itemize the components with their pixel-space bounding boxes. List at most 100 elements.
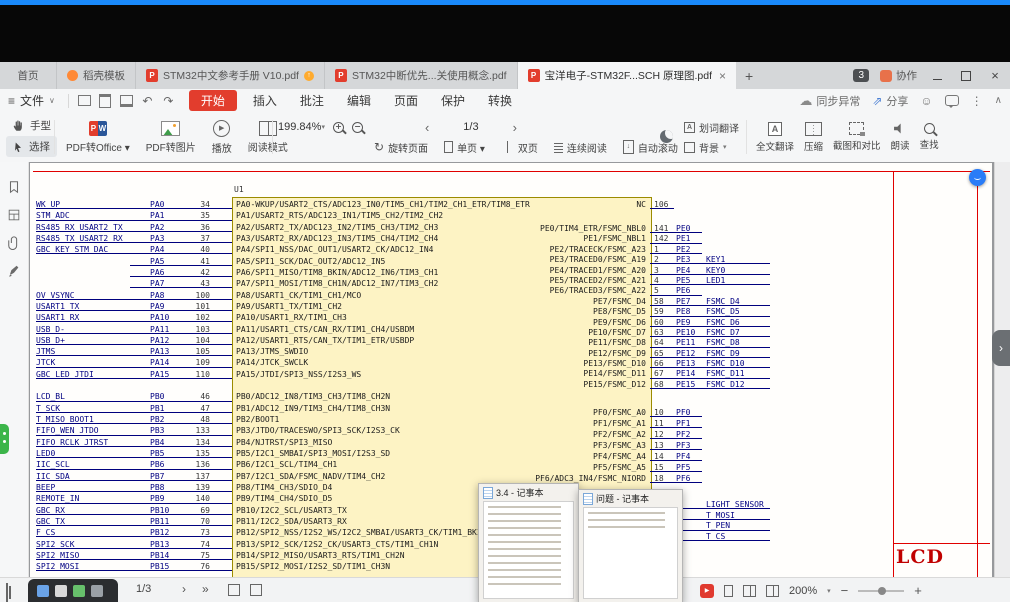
next-page-button[interactable]: › xyxy=(509,120,521,135)
full-translate-button[interactable]: A全文翻译 xyxy=(752,114,798,160)
print-button[interactable] xyxy=(119,94,134,108)
tab-schematic[interactable]: P宝洋电子-STM32F...SCH 原理图.pdf× xyxy=(518,62,736,89)
zoom-in-button[interactable]: + xyxy=(914,583,922,598)
previous-page-button[interactable]: ‹ xyxy=(421,120,433,135)
continuous-read-button[interactable]: 连续阅读 xyxy=(548,140,613,155)
dock-icon[interactable] xyxy=(91,585,103,597)
screenshot-compare-button[interactable]: 截图和对比 xyxy=(829,114,885,160)
collab-button[interactable]: 协作 xyxy=(880,68,917,83)
menu-tab-home[interactable]: 开始 xyxy=(189,90,237,111)
next-page-button[interactable]: › xyxy=(182,582,186,596)
book-view-button[interactable] xyxy=(766,585,779,597)
notepad-window-2[interactable]: 问题 - 记事本 xyxy=(578,489,683,602)
window-title-bar[interactable]: 问题 - 记事本 xyxy=(579,490,682,506)
night-mode-button[interactable] xyxy=(660,130,673,143)
menu-tab-insert[interactable]: 插入 xyxy=(246,90,284,111)
printer-icon xyxy=(120,95,133,107)
menu-tab-convert[interactable]: 转换 xyxy=(481,90,519,111)
single-page-button[interactable]: 单页 ▾ xyxy=(438,140,491,155)
bookmark-icon[interactable] xyxy=(7,180,21,194)
schematic-pin-number: 141 xyxy=(654,224,668,233)
tab-concepts[interactable]: PSTM32中断优先...关使用概念.pdf xyxy=(325,62,518,89)
redo-button[interactable]: ↷ xyxy=(161,94,176,108)
menu-tab-comment[interactable]: 批注 xyxy=(293,90,331,111)
tab-docer[interactable]: 稻壳模板 xyxy=(57,62,136,89)
schematic-pin-name: PB12 xyxy=(150,528,169,537)
view-options-button[interactable] xyxy=(250,584,262,596)
menu-tab-protect[interactable]: 保护 xyxy=(434,90,472,111)
cursor-icon xyxy=(12,141,24,153)
dock-icon[interactable] xyxy=(73,585,85,597)
fit-page-button[interactable] xyxy=(6,583,8,602)
tab-close-icon[interactable]: × xyxy=(719,69,726,83)
ai-assistant-button[interactable] xyxy=(969,169,986,186)
zoom-slider[interactable] xyxy=(858,590,904,592)
word-translate-button[interactable]: A 划词翻译 xyxy=(684,117,739,137)
dock-icon[interactable] xyxy=(37,585,49,597)
play-button[interactable]: ▶播放 xyxy=(204,114,240,160)
thumbnails-icon[interactable] xyxy=(7,208,21,222)
share-button[interactable]: ⇗ 分享 xyxy=(872,93,908,109)
floating-toolbar-dock[interactable] xyxy=(28,579,118,602)
schematic-pin-number: 60 xyxy=(654,318,664,327)
undo-button[interactable]: ↶ xyxy=(140,94,155,108)
compress-button[interactable]: 压缩 xyxy=(800,114,827,160)
zoom-level[interactable]: 200% xyxy=(789,585,817,597)
close-button[interactable]: × xyxy=(986,68,1004,84)
auto-scroll-button[interactable]: ↓自动滚动 xyxy=(617,140,684,155)
schematic-pin-number: 106 xyxy=(654,200,668,209)
schematic-pin-function: PB9/TIM4_CH4/SDIO_D5 xyxy=(236,494,332,503)
notepad-window-1[interactable]: 3.4 - 记事本 xyxy=(478,483,579,602)
rotate-page-button[interactable]: ↻ 旋转页面 xyxy=(368,140,434,155)
window-title-bar[interactable]: 3.4 - 记事本 xyxy=(479,484,578,500)
double-page-view-button[interactable] xyxy=(743,585,756,597)
notification-badge[interactable]: 3 xyxy=(853,69,869,82)
page-indicator[interactable]: 1/3 xyxy=(463,121,478,133)
zoom-level-dropdown[interactable]: 199.84% xyxy=(278,121,321,133)
schematic-pin-function: PE13/FSMC_D10 xyxy=(390,359,646,368)
new-tab-button[interactable]: + xyxy=(736,62,762,89)
collapse-ribbon-button[interactable]: ∧ xyxy=(995,95,1002,106)
attachment-icon[interactable] xyxy=(7,236,21,250)
last-page-button[interactable]: » xyxy=(202,582,209,596)
sync-status[interactable]: ☁ 同步异常 xyxy=(799,93,860,109)
pdf-to-office-button[interactable]: PWPDF转Office ▾ xyxy=(58,114,138,160)
background-button[interactable]: 背景 ▾ xyxy=(684,137,739,157)
desktop-background xyxy=(0,5,1010,62)
pdf-to-image-button[interactable]: PDF转图片 xyxy=(138,114,204,160)
file-menu[interactable]: ≡ 文件 ∨ xyxy=(0,92,63,109)
menu-tab-edit[interactable]: 编辑 xyxy=(340,90,378,111)
schematic-pin-function: PE3/TRACED0/FSMC_A19 xyxy=(390,255,646,264)
dock-icon[interactable] xyxy=(55,585,67,597)
comment-button[interactable] xyxy=(945,95,959,106)
single-page-view-button[interactable] xyxy=(724,585,733,597)
signature-icon[interactable] xyxy=(7,264,21,278)
thumbnail-toggle-button[interactable] xyxy=(228,584,240,596)
schematic-pin-number: 4 xyxy=(654,276,659,285)
menu-tab-page[interactable]: 页面 xyxy=(387,90,425,111)
double-page-button[interactable]: 双页 xyxy=(495,140,544,155)
zoom-out-button[interactable]: − xyxy=(352,122,363,133)
schematic-net-label: BEEP xyxy=(36,483,55,492)
tab-home[interactable]: 首页 xyxy=(0,62,57,89)
rotate-label: 旋转页面 xyxy=(388,140,428,155)
schematic-pin-function: PF2/FSMC_A2 xyxy=(390,430,646,439)
zoom-in-button[interactable]: + xyxy=(333,122,344,133)
expand-panel-button[interactable]: › xyxy=(992,330,1010,366)
read-aloud-button[interactable]: 朗读 xyxy=(887,114,914,160)
select-tool-button[interactable]: 选择 xyxy=(6,136,57,157)
zoom-slider-knob[interactable] xyxy=(878,587,886,595)
find-button[interactable]: 查找 xyxy=(916,114,943,160)
floating-widget[interactable] xyxy=(0,424,9,454)
save-button[interactable] xyxy=(98,94,113,108)
hand-tool-button[interactable]: 手型 xyxy=(6,115,57,136)
feedback-button[interactable]: ☺ xyxy=(920,94,932,108)
minimize-button[interactable] xyxy=(928,68,946,84)
more-menu-button[interactable]: ⋮ xyxy=(971,94,983,108)
schematic-pin-name: PA13 xyxy=(150,347,169,356)
maximize-button[interactable] xyxy=(957,68,975,84)
zoom-out-button[interactable]: − xyxy=(841,583,849,598)
play-presentation-button[interactable]: ▶ xyxy=(700,584,714,598)
tab-manual[interactable]: PSTM32中文参考手册 V10.pdf↑ xyxy=(136,62,325,89)
open-button[interactable] xyxy=(77,94,92,108)
